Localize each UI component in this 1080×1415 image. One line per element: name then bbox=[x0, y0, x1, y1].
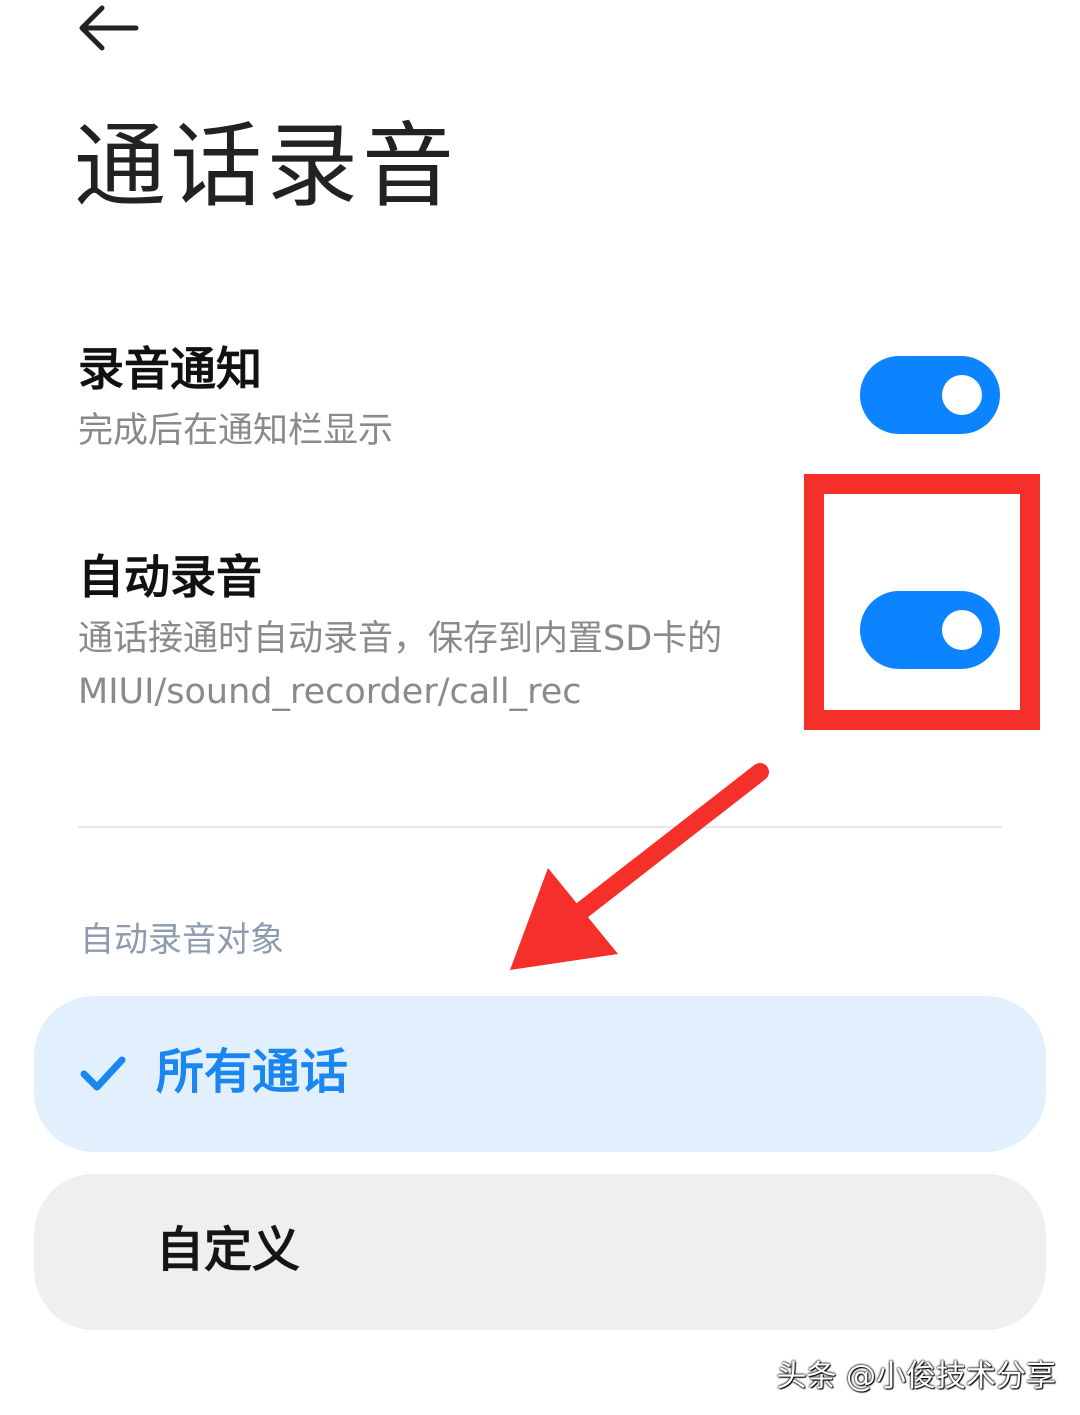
setting-title: 自动录音 bbox=[78, 550, 262, 604]
highlight-box-annotation bbox=[804, 474, 1040, 730]
description-line: 通话接通时自动录音，保存到内置SD卡的 bbox=[78, 619, 723, 660]
option-label: 所有通话 bbox=[156, 1044, 349, 1100]
setting-auto-recording[interactable]: 自动录音 通话接通时自动录音，保存到内置SD卡的 MIUI/sound_reco… bbox=[78, 550, 800, 719]
check-icon bbox=[80, 1056, 126, 1091]
back-button[interactable] bbox=[72, 0, 152, 60]
option-all-calls[interactable]: 所有通话 bbox=[34, 996, 1046, 1152]
watermark: 头条 @小俊技术分享 bbox=[776, 1359, 1056, 1394]
description-line: MIUI/sound_recorder/call_rec bbox=[78, 672, 582, 713]
back-arrow-icon bbox=[79, 5, 139, 51]
call-recording-settings-page: 通话录音 录音通知 完成后在通知栏显示 自动录音 通话接通时自动录音，保存到内置… bbox=[0, 0, 1080, 1415]
page-title: 通话录音 bbox=[74, 113, 459, 220]
divider bbox=[78, 826, 1002, 828]
setting-description: 完成后在通知栏显示 bbox=[78, 411, 394, 452]
option-label: 自定义 bbox=[156, 1222, 301, 1278]
setting-description: 通话接通时自动录音，保存到内置SD卡的 MIUI/sound_recorder/… bbox=[78, 613, 800, 719]
section-header: 自动录音对象 bbox=[80, 920, 284, 960]
recording-notification-toggle[interactable] bbox=[860, 356, 1000, 434]
option-custom[interactable]: 自定义 bbox=[34, 1174, 1046, 1330]
toggle-knob bbox=[942, 375, 982, 415]
